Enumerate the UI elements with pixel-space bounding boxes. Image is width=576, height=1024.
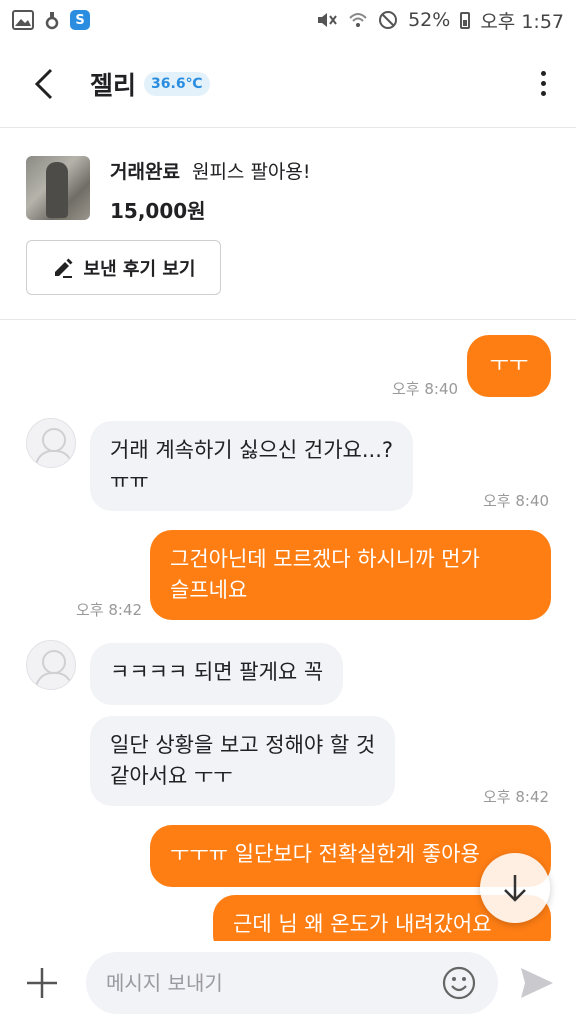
scroll-to-bottom-button[interactable] [480, 853, 550, 923]
their-message-bubble[interactable]: 거래 계속하기 싫으신 건가요...? ㅠㅠ [90, 421, 414, 511]
arrow-down-icon [504, 875, 526, 902]
message-time: 오후 8:42 [76, 601, 143, 619]
their-message-bubble[interactable]: 일단 상황을 보고 정해야 할 것 같아서요 ㅜㅜ [90, 716, 396, 806]
message-text-line: 거래 계속하기 싫으신 건가요...? [110, 438, 394, 462]
more-dot-icon [540, 91, 546, 96]
trade-status: 거래완료 [110, 161, 180, 183]
plus-icon [27, 968, 57, 998]
gallery-icon [12, 10, 34, 30]
more-dot-icon [540, 71, 546, 76]
chat-partner-name: 젤리 [90, 70, 137, 100]
app-s-icon: S [70, 10, 90, 30]
product-title: 원피스 팔아용! [191, 161, 311, 183]
product-title-line[interactable]: 거래완료 원피스 팔아용! [110, 157, 311, 184]
message-text-line: 슬프네요 [170, 578, 248, 602]
chat-header: 젤리 36.6℃ [0, 40, 576, 128]
product-thumbnail[interactable] [26, 156, 90, 220]
status-bar: S 52% 오후 1:57 [0, 0, 576, 40]
message-field [86, 952, 498, 1014]
emoji-button[interactable] [442, 966, 476, 1000]
back-arrow-icon [34, 68, 53, 99]
mute-icon [316, 10, 338, 30]
message-time: 오후 8:40 [392, 380, 459, 398]
battery-percent: 52% [408, 9, 451, 31]
wifi-icon [348, 10, 368, 30]
message-text-line: 일단 상황을 보고 정해야 할 것 [110, 733, 376, 757]
handshake-icon [44, 10, 60, 30]
manner-temperature-badge: 36.6℃ [144, 71, 210, 96]
more-options-button[interactable] [528, 64, 558, 104]
chat-message-list[interactable]: ㅜㅜ 오후 8:40 거래 계속하기 싫으신 건가요...? ㅠㅠ 오후 8:4… [0, 321, 576, 941]
pencil-icon [54, 258, 73, 278]
back-button[interactable] [14, 54, 74, 114]
avatar[interactable] [26, 640, 76, 690]
send-icon [521, 968, 553, 998]
message-input-bar [0, 942, 576, 1024]
clock: 오후 1:57 [480, 10, 564, 33]
sent-review-label: 보낸 후기 보기 [83, 258, 196, 280]
my-message-bubble[interactable]: ㅜㅜ [467, 335, 551, 397]
product-panel: 거래완료 원피스 팔아용! 15,000원 보낸 후기 보기 [0, 129, 576, 320]
my-message-bubble[interactable]: 그건아닌데 모르겠다 하시니까 먼가 슬프네요 [150, 530, 551, 620]
battery-icon [460, 11, 471, 29]
message-time: 오후 8:40 [483, 492, 550, 510]
message-text-line: 그건아닌데 모르겠다 하시니까 먼가 [170, 547, 480, 571]
message-input[interactable] [106, 952, 436, 1014]
message-text-line: 같아서요 ㅜㅜ [110, 764, 233, 788]
message-time: 오후 8:42 [483, 788, 550, 806]
smiley-icon [442, 966, 476, 1000]
send-button[interactable] [518, 964, 556, 1002]
their-message-bubble[interactable]: ㅋㅋㅋㅋ 되면 팔게요 꼭 [90, 643, 344, 705]
status-bar-left: S [12, 10, 90, 30]
do-not-disturb-icon [378, 10, 398, 30]
attach-button[interactable] [22, 963, 62, 1003]
avatar[interactable] [26, 418, 76, 468]
sent-review-button[interactable]: 보낸 후기 보기 [26, 240, 221, 295]
status-bar-right: 52% 오후 1:57 [316, 7, 564, 34]
product-price: 15,000원 [110, 199, 206, 223]
more-dot-icon [540, 81, 546, 86]
message-text-line: ㅠㅠ [110, 469, 149, 493]
